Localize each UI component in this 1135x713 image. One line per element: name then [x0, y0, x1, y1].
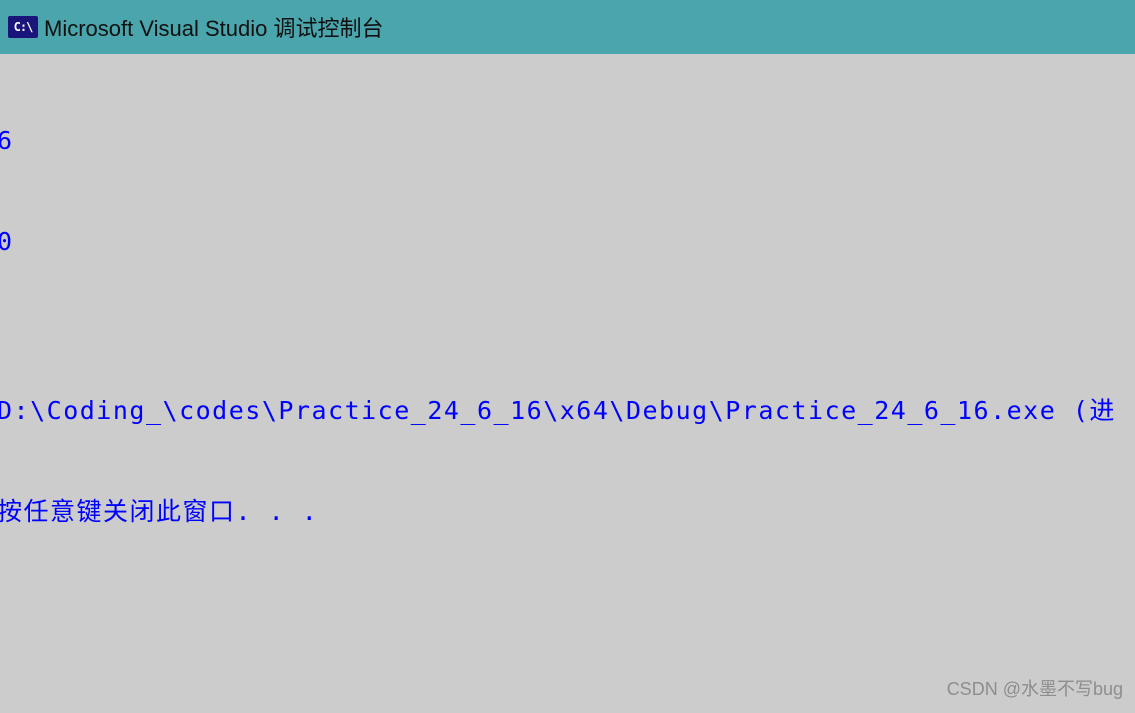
console-line: 6 [0, 124, 1135, 158]
watermark-text: CSDN @水墨不写bug [947, 675, 1123, 701]
console-line: 0 [0, 225, 1135, 259]
console-app-icon: C:\ [8, 16, 38, 38]
console-output[interactable]: 6 0 D:\Coding_\codes\Practice_24_6_16\x6… [0, 54, 1135, 713]
console-app-icon-text: C:\ [14, 20, 33, 34]
console-line: 按任意键关闭此窗口. . . [0, 495, 1135, 529]
title-bar: C:\ Microsoft Visual Studio 调试控制台 [0, 0, 1135, 54]
console-line: D:\Coding_\codes\Practice_24_6_16\x64\De… [0, 394, 1135, 428]
window-title: Microsoft Visual Studio 调试控制台 [44, 11, 383, 43]
